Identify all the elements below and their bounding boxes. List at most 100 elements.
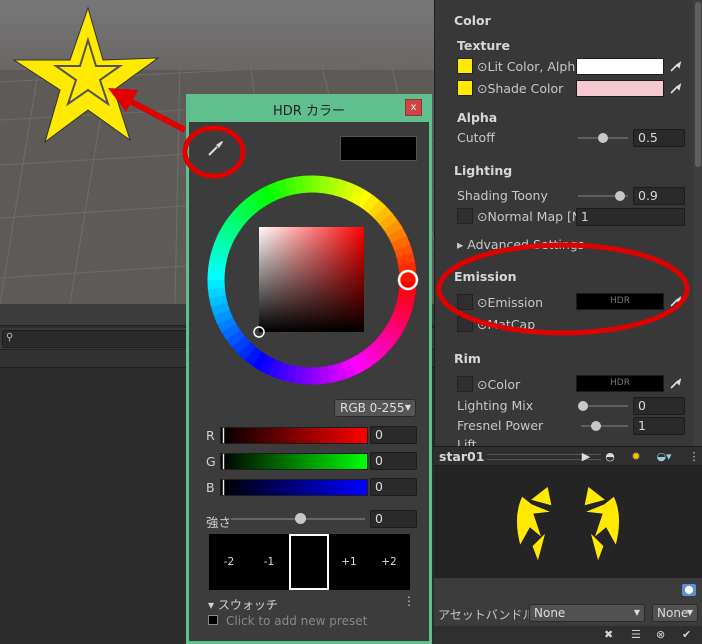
shade-color-label: ⊙Shade Color [477,81,564,96]
star-object [12,6,160,144]
color-mode-value: RGB 0-255 [340,401,405,415]
r-label: R [206,428,215,443]
lighting-header: Lighting [454,163,513,178]
scrollbar-thumb[interactable] [695,2,701,167]
normal-map-scale[interactable]: 1 [576,208,685,226]
shade-color-swatch[interactable] [576,80,664,97]
cutoff-label: Cutoff [457,130,495,145]
bug-icon[interactable]: ✖ [604,628,613,641]
g-knob[interactable] [222,453,225,470]
color-mode-dropdown[interactable]: RGB 0-255 ▼ [334,399,416,417]
shade-texture-thumb[interactable] [457,80,473,96]
g-slider[interactable] [220,453,368,470]
close-button[interactable]: x [405,99,422,116]
lift-label: Lift [457,437,477,446]
r-value[interactable]: 0 [370,426,417,444]
lit-texture-thumb[interactable] [457,58,473,74]
stop-plus-1[interactable]: +1 [329,534,369,590]
play-icon[interactable]: ▶ [576,449,596,465]
stop-minus-2[interactable]: -2 [209,534,249,590]
chevron-down-icon: ▼ [633,608,640,617]
cutoff-slider-knob[interactable] [598,133,608,143]
b-label: B [206,480,215,495]
b-knob[interactable] [222,479,225,496]
add-preset-text[interactable]: Click to add new preset [226,614,367,628]
lighting-mix-label: Lighting Mix [457,398,534,413]
eyedropper-icon[interactable] [668,80,684,96]
lighting-mix-knob[interactable] [578,401,588,411]
g-label: G [206,454,216,469]
menu-dots-icon[interactable]: ⋮ [684,449,702,465]
emission-highlight-ellipse [436,242,690,336]
fresnel-slider[interactable] [581,425,628,427]
dialog-title: HDR カラー [273,104,345,119]
chevron-down-icon: ▼ [404,403,411,412]
preset-swatch[interactable] [208,615,218,625]
star-preview-sphere [516,485,620,564]
asset-variant-value: None [657,606,689,620]
normal-map-label: ⊙Normal Map [N [477,209,582,224]
fresnel-value[interactable]: 1 [633,417,685,435]
swatches-label: スウォッチ [217,598,278,612]
shading-toony-label: Shading Toony [457,188,548,203]
chevron-down-icon: ▼ [686,608,693,617]
r-slider[interactable] [220,427,368,444]
lit-color-swatch[interactable] [576,58,664,75]
asset-bundle-value: None [534,606,566,620]
alpha-header: Alpha [457,110,498,125]
shading-toony-knob[interactable] [615,191,625,201]
foldout-arrow-icon: ▾ [208,598,218,612]
cutoff-value[interactable]: 0.5 [633,129,685,147]
shading-toony-value[interactable]: 0.9 [633,187,685,205]
asset-variant-dropdown[interactable]: None ▼ [652,604,698,622]
fresnel-knob[interactable] [591,421,601,431]
stop-plus-2[interactable]: +2 [369,534,409,590]
exposure-stops: -2 -1 +1 +2 [209,534,410,590]
rim-thumb[interactable] [457,376,473,392]
color-header: Color [454,13,491,28]
material-preview[interactable] [434,466,702,578]
intensity-knob[interactable] [295,513,306,524]
b-value[interactable]: 0 [370,478,417,496]
layers-icon[interactable]: ☰ [631,628,641,641]
eyedropper-icon[interactable] [668,58,684,74]
b-slider[interactable] [220,479,368,496]
intensity-value[interactable]: 0 [370,510,417,528]
asset-bundle-dropdown[interactable]: None ▼ [529,604,645,622]
search-icon: ⚲ [6,332,14,343]
preview-toolbar: star01 ▶ ◓ ✹ ◒▾ ⋮ [434,446,702,466]
rim-color-label: ⊙Color [477,377,521,392]
asset-bundle-label: アセットバンドル [438,608,535,622]
r-knob[interactable] [222,427,225,444]
color-preview [340,136,417,161]
normal-map-thumb[interactable] [457,208,473,224]
background-icon[interactable]: ◒▾ [654,449,674,465]
eyedropper-icon[interactable] [668,375,684,391]
check-icon[interactable]: ✔ [682,628,691,641]
preview-title: star01 [439,449,485,464]
color-wheel[interactable] [201,170,423,392]
menu-dots-icon[interactable]: ⋮ [403,594,415,608]
light-icon[interactable]: ✹ [626,449,646,465]
status-strip: ✖ ☰ ⊗ ✔ [434,626,702,644]
sphere-icon[interactable]: ◓ [600,449,620,465]
intensity-label: 強さ [206,515,232,530]
g-value[interactable]: 0 [370,452,417,470]
rim-hdr-swatch[interactable]: HDR [576,375,664,392]
arrow-shaft [126,97,187,133]
dialog-titlebar[interactable]: HDR カラー x [186,94,432,122]
texture-header: Texture [457,38,510,53]
swatches-foldout[interactable]: ▾ スウォッチ [208,596,278,613]
lighting-mix-slider[interactable] [581,405,628,407]
lighting-mix-value[interactable]: 0 [633,397,685,415]
collab-icon[interactable]: ⊗ [656,628,665,641]
inspector-panel: Color Texture ⊙Lit Color, Alpha ⊙Shade C… [434,0,702,446]
tag-icon[interactable]: ⬤ [682,584,696,596]
inspector-scrollbar[interactable] [693,0,702,446]
rim-header: Rim [454,351,481,366]
lit-color-label: ⊙Lit Color, Alpha [477,59,583,74]
stop-minus-1[interactable]: -1 [249,534,289,590]
fresnel-label: Fresnel Power [457,418,544,433]
stop-current[interactable] [289,534,329,590]
hdr-color-dialog: HDR カラー x RGB 0-255 ▼ R 0 G 0 B 0 強さ 0 -… [182,94,432,644]
